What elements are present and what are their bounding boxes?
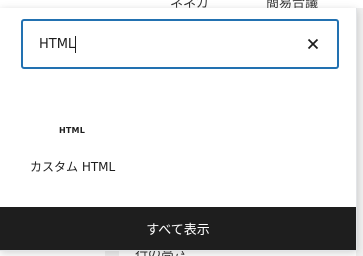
- block-inserter-popover: HTML カスタム HTML すべて表示: [0, 8, 357, 251]
- show-all-label: すべて表示: [146, 223, 210, 238]
- clear-search-button[interactable]: [301, 32, 325, 56]
- search-input[interactable]: [23, 21, 303, 67]
- block-result-label: カスタム HTML: [30, 160, 116, 174]
- html-block-icon: HTML: [58, 126, 85, 135]
- search-field[interactable]: [21, 19, 339, 69]
- text-caret: [75, 36, 76, 53]
- show-all-button[interactable]: すべて表示: [0, 207, 356, 250]
- close-icon: [307, 38, 319, 50]
- block-result-custom-html[interactable]: HTML カスタム HTML: [18, 112, 128, 192]
- background-scroll-edge: [356, 0, 363, 256]
- block-inserter-stage: ネネガ 簡易合議 行の高さ HTML カスタム HTML すべて表示: [0, 0, 363, 256]
